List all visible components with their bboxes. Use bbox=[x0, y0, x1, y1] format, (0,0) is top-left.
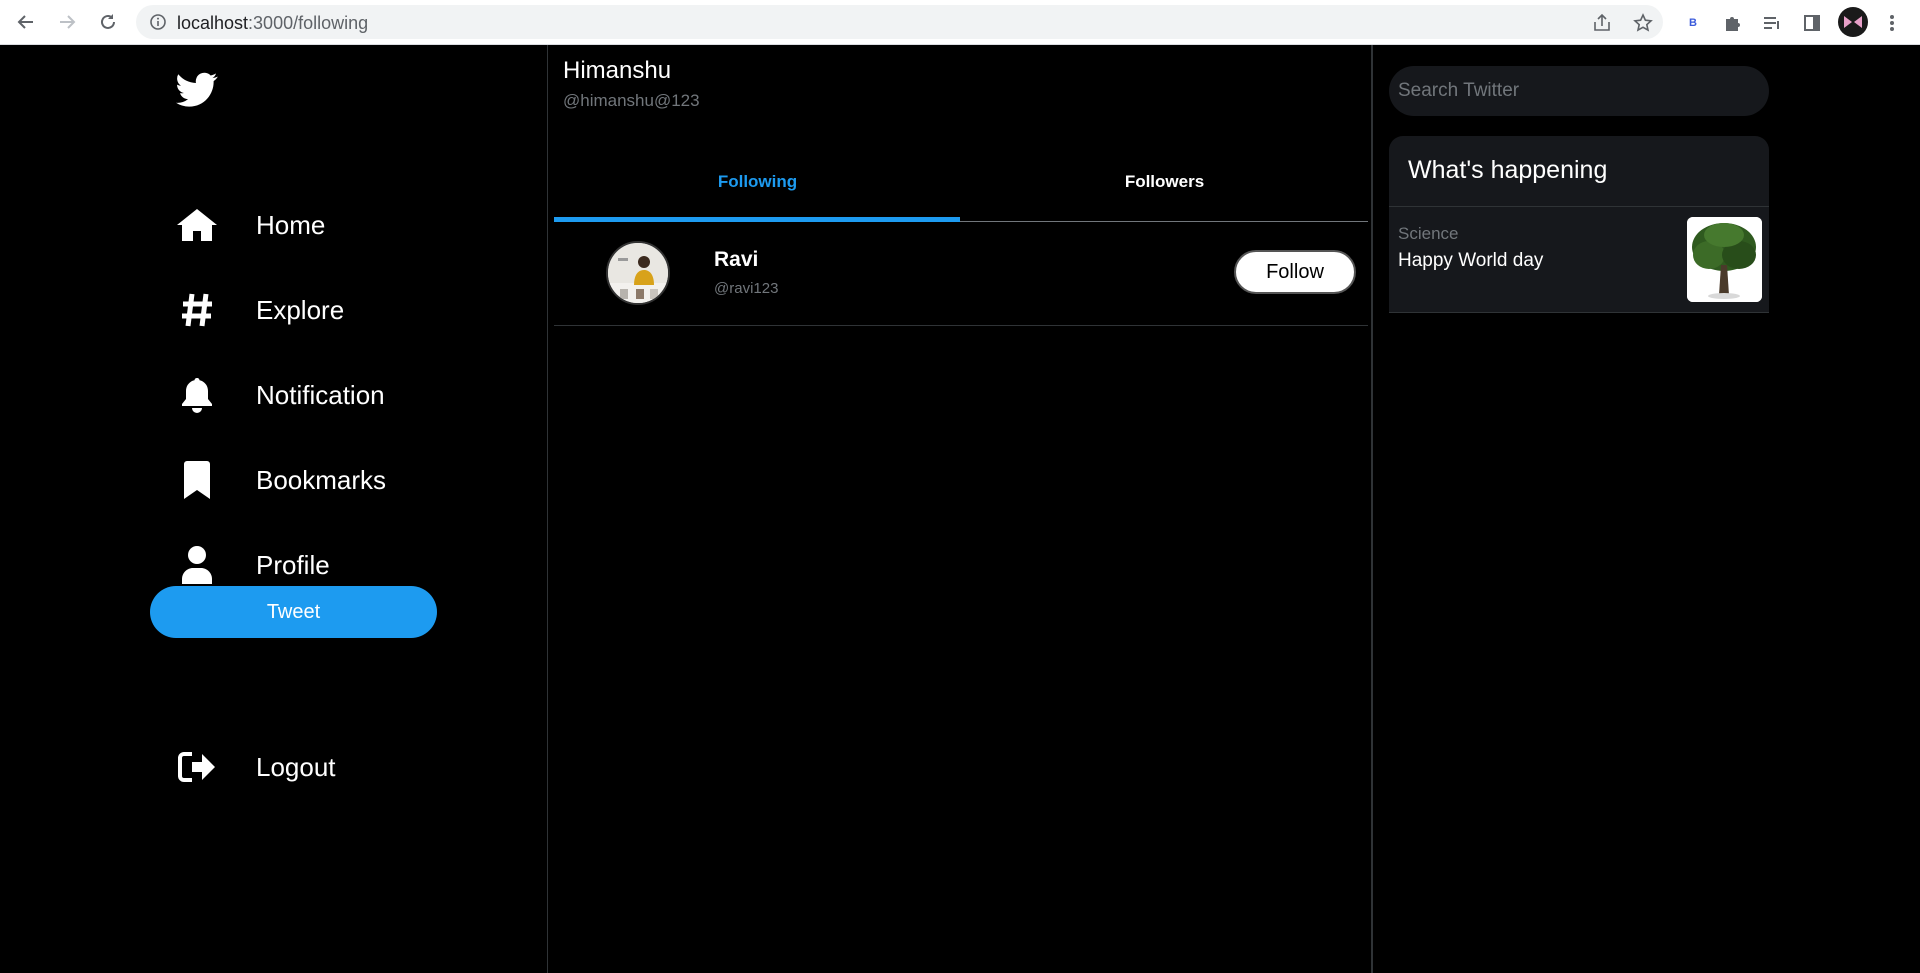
profile-handle: @himanshu@123 bbox=[563, 91, 700, 110]
bookmark-icon bbox=[176, 459, 218, 501]
right-sidebar: What's happening Science Happy World day bbox=[1373, 45, 1920, 973]
sidebar-item-label: Profile bbox=[256, 549, 330, 580]
address-bar[interactable]: localhost:3000/following bbox=[136, 5, 1663, 39]
user-handle: @ravi123 bbox=[714, 280, 779, 297]
user-name[interactable]: Ravi bbox=[714, 248, 758, 272]
extension-letter: B bbox=[1689, 17, 1697, 29]
sidebar-item-explore[interactable]: Explore bbox=[176, 285, 344, 335]
whats-happening-panel: What's happening Science Happy World day bbox=[1389, 136, 1769, 313]
home-icon bbox=[176, 204, 218, 246]
sidebar-item-label: Home bbox=[256, 209, 326, 240]
trend-image[interactable] bbox=[1687, 217, 1762, 302]
reload-icon[interactable] bbox=[96, 10, 120, 34]
sidebar-item-label: Logout bbox=[256, 751, 336, 782]
follow-button[interactable]: Follow bbox=[1234, 250, 1356, 294]
trend-headline: Happy World day bbox=[1398, 250, 1544, 271]
follow-tabs: Following Followers bbox=[554, 125, 1368, 222]
tab-following[interactable]: Following bbox=[554, 125, 961, 221]
browser-toolbar: localhost:3000/following B bbox=[0, 0, 1920, 45]
sidebar-item-logout[interactable]: Logout bbox=[176, 742, 336, 792]
side-panel-icon[interactable] bbox=[1800, 11, 1824, 35]
sidebar-item-bookmarks[interactable]: Bookmarks bbox=[176, 455, 386, 505]
reading-list-icon[interactable] bbox=[1760, 11, 1784, 35]
share-icon[interactable] bbox=[1592, 13, 1612, 33]
extensions-puzzle-icon[interactable] bbox=[1720, 11, 1744, 35]
forward-icon[interactable] bbox=[55, 10, 79, 34]
bookmark-star-icon[interactable] bbox=[1633, 13, 1653, 33]
logout-icon bbox=[176, 746, 218, 788]
url-path: :3000/following bbox=[248, 13, 369, 33]
app-root: Home Explore Notification Bookmarks Prof bbox=[0, 45, 1920, 973]
trend-category: Science bbox=[1398, 224, 1459, 243]
main-column: Himanshu @himanshu@123 Following Followe… bbox=[548, 45, 1373, 973]
search-input[interactable] bbox=[1389, 66, 1769, 116]
url-host: localhost bbox=[177, 13, 249, 33]
list-item[interactable]: Ravi @ravi123 Follow bbox=[554, 222, 1368, 326]
extension-b-icon[interactable]: B bbox=[1681, 11, 1705, 35]
tab-label: Followers bbox=[1124, 172, 1205, 191]
sidebar-item-profile[interactable]: Profile bbox=[176, 540, 330, 590]
address-url[interactable]: localhost:3000/following bbox=[177, 13, 368, 34]
tab-followers[interactable]: Followers bbox=[961, 125, 1368, 221]
trend-item[interactable]: Science Happy World day bbox=[1389, 207, 1769, 313]
sidebar-item-label: Explore bbox=[256, 294, 345, 325]
panel-title: What's happening bbox=[1408, 156, 1608, 184]
profile-avatar[interactable] bbox=[1838, 7, 1868, 37]
twitter-logo-icon[interactable] bbox=[176, 72, 218, 108]
left-sidebar: Home Explore Notification Bookmarks Prof bbox=[0, 45, 548, 973]
bell-icon bbox=[176, 374, 218, 416]
browser-menu-icon[interactable] bbox=[1880, 11, 1904, 35]
sidebar-item-label: Notification bbox=[256, 379, 385, 410]
user-icon bbox=[176, 544, 218, 586]
hashtag-icon bbox=[176, 289, 218, 331]
avatar[interactable] bbox=[606, 241, 670, 305]
back-icon[interactable] bbox=[14, 10, 38, 34]
profile-name: Himanshu bbox=[563, 57, 672, 84]
sidebar-item-label: Bookmarks bbox=[256, 464, 387, 495]
tab-label: Following bbox=[717, 172, 798, 191]
site-info-icon[interactable] bbox=[149, 13, 167, 31]
sidebar-item-notification[interactable]: Notification bbox=[176, 370, 385, 420]
tweet-button[interactable]: Tweet bbox=[150, 586, 437, 638]
sidebar-item-home[interactable]: Home bbox=[176, 200, 325, 250]
